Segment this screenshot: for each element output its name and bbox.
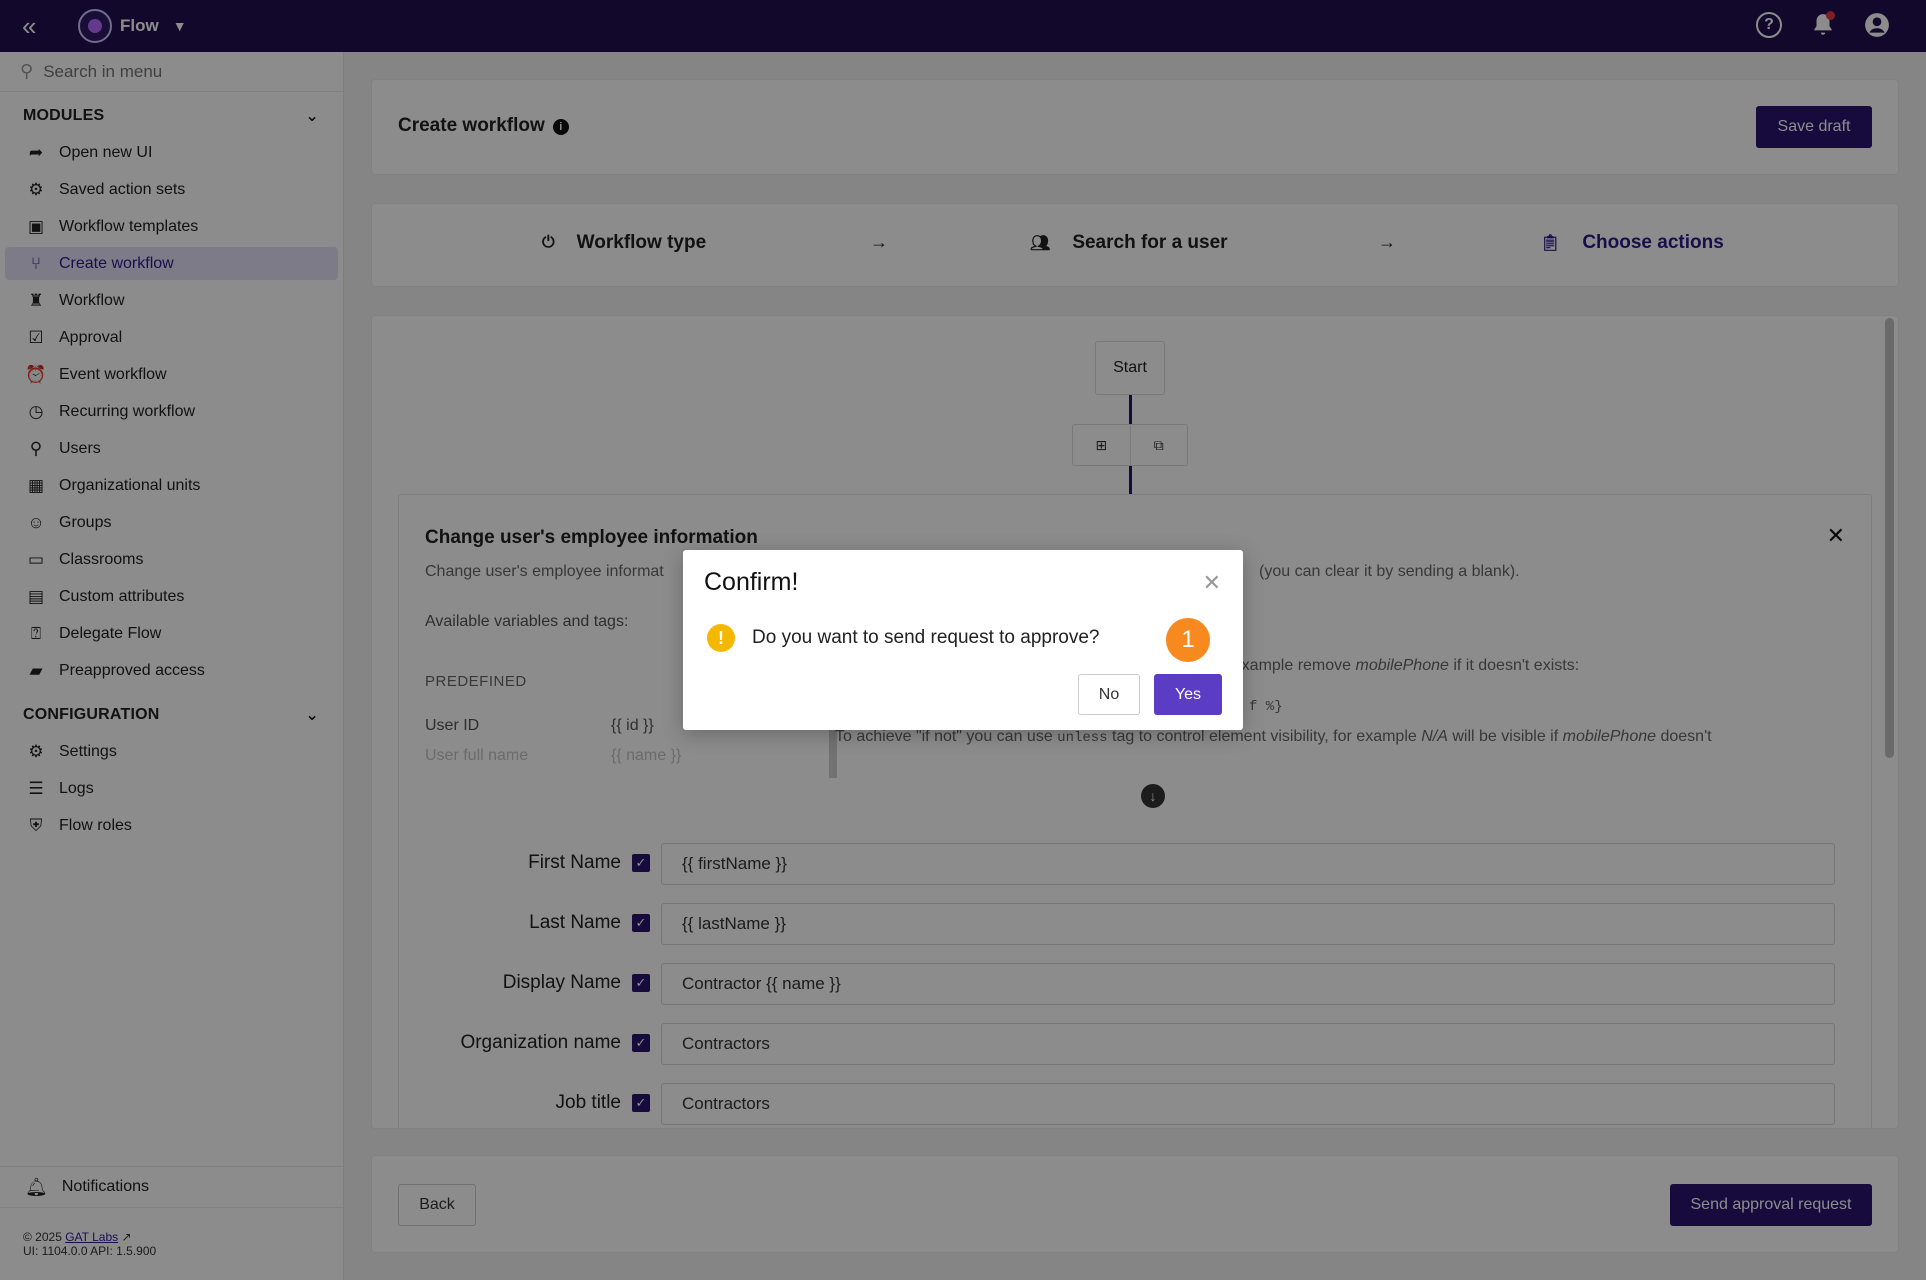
close-icon[interactable]: ✕ (1203, 570, 1221, 596)
warning-icon: ! (707, 624, 735, 652)
dialog-message: Do you want to send request to approve? (752, 627, 1100, 648)
no-button[interactable]: No (1078, 674, 1140, 715)
yes-button[interactable]: Yes (1154, 674, 1222, 715)
confirm-dialog: Confirm! ✕ ! Do you want to send request… (683, 550, 1243, 730)
step-number-badge: 1 (1166, 618, 1210, 662)
dialog-title: Confirm! (704, 568, 799, 596)
